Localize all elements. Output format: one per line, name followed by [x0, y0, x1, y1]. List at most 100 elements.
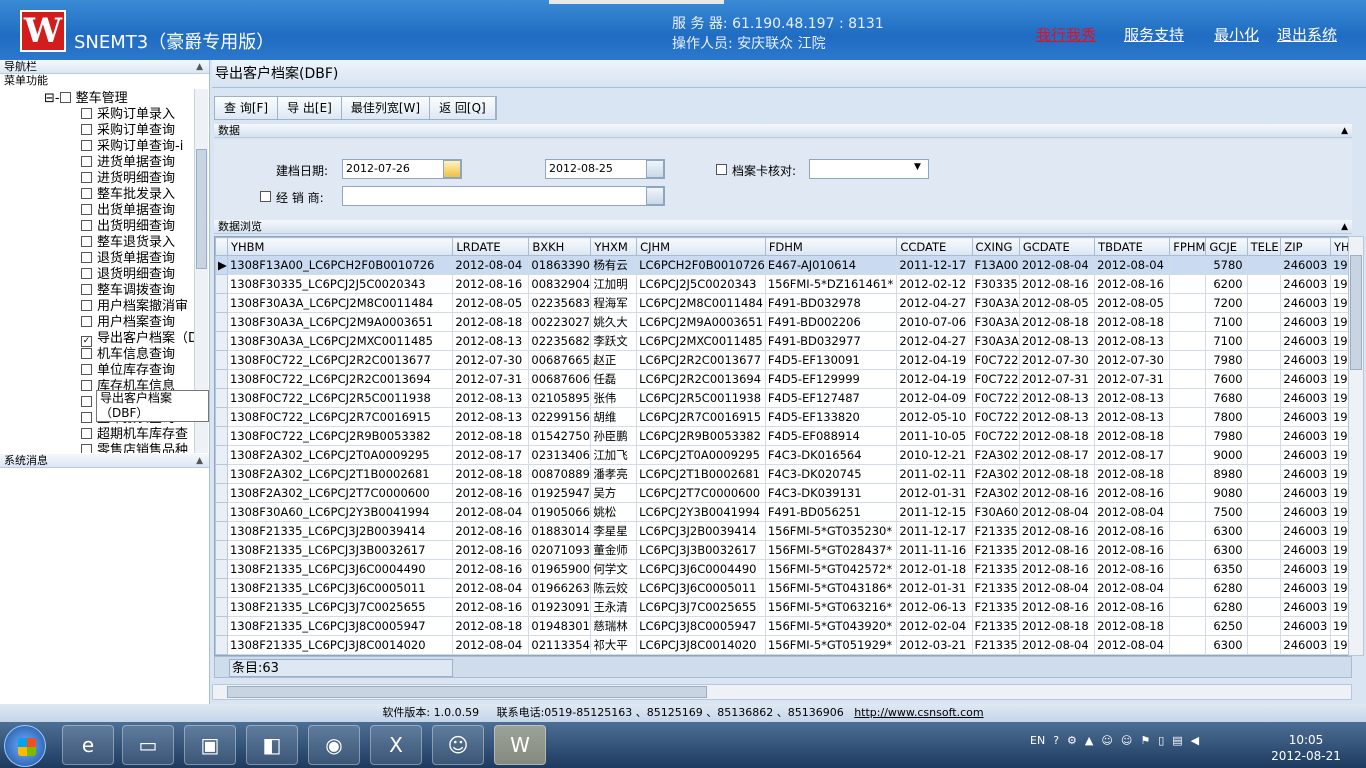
table-row[interactable]: 1308F21335_LC6PCJ3J6C0005011 2012-08-04 01… [215, 578, 1351, 598]
table-cell[interactable]: 1308F2A302_LC6PCJ2T0A0009295 [226, 445, 454, 465]
table-row[interactable]: 1308F21335_LC6PCJ3J8C0014020 2012-08-04 02… [215, 635, 1351, 655]
dealer-picker-button[interactable] [646, 187, 664, 205]
table-cell[interactable]: 246003 [1280, 426, 1331, 446]
table-cell[interactable]: 1308F2A302_LC6PCJ2T1B0002681 [226, 464, 454, 484]
table-cell[interactable]: F2A302 [971, 483, 1020, 503]
table-cell[interactable]: F21335 [971, 540, 1020, 560]
table-cell[interactable] [1169, 312, 1207, 332]
table-cell[interactable]: 6300 [1205, 635, 1248, 655]
table-row[interactable]: 1308F30A3A_LC6PCJ2M9A0003651 2012-08-18 00… [215, 312, 1351, 332]
table-cell[interactable]: 2012-07-31 [1018, 369, 1096, 389]
sidebar-item[interactable]: 机车信息查询 [81, 347, 175, 363]
table-cell[interactable]: F4D5-EF127487 [764, 388, 898, 408]
table-cell[interactable]: 02113354 [528, 635, 592, 655]
table-cell[interactable] [1246, 559, 1282, 579]
tree-checkbox[interactable] [81, 124, 92, 135]
table-cell[interactable]: 246003 [1280, 464, 1331, 484]
ime-icon[interactable]: ⚙ [1067, 734, 1077, 747]
minimize-link[interactable]: 最小化 [1214, 24, 1259, 45]
exit-link[interactable]: 退出系统 [1277, 24, 1337, 45]
start-button[interactable] [4, 725, 46, 767]
table-cell[interactable]: 2012-07-30 [452, 350, 530, 370]
table-cell[interactable]: 246003 [1280, 350, 1331, 370]
network-tray-icon[interactable]: ▤ [1172, 734, 1182, 747]
table-row[interactable]: 1308F30A3A_LC6PCJ2MXC0011485 2012-08-13 02… [215, 331, 1351, 351]
tree-checkbox[interactable] [81, 300, 92, 311]
table-cell[interactable]: 赵正 [590, 350, 638, 370]
table-cell[interactable] [1246, 540, 1282, 560]
table-row[interactable]: 1308F21335_LC6PCJ3J7C0025655 2012-08-16 01… [215, 597, 1351, 617]
snemt-task-icon[interactable]: W [494, 725, 546, 765]
table-cell[interactable] [1246, 407, 1282, 427]
table-cell[interactable]: 1308F0C722_LC6PCJ2R2C0013677 [226, 350, 454, 370]
table-cell[interactable]: 2012-08-05 [452, 293, 530, 313]
table-cell[interactable]: LC6PCJ3J6C0004490 [636, 559, 766, 579]
table-cell[interactable]: LC6PCJ2R2C0013694 [636, 369, 766, 389]
sidebar-item[interactable]: 出货单据查询 [81, 203, 175, 219]
table-cell[interactable]: 2012-08-04 [1018, 578, 1096, 598]
scroll-thumb[interactable] [196, 149, 207, 269]
table-cell[interactable]: 2012-04-19 [896, 350, 973, 370]
table-cell[interactable]: 2012-08-13 [452, 331, 530, 351]
grid-horizontal-scrollbar[interactable] [212, 684, 1352, 700]
table-cell[interactable]: 2012-08-16 [1094, 597, 1171, 617]
table-cell[interactable]: 2012-08-05 [1018, 293, 1096, 313]
table-cell[interactable]: F4C3-DK016564 [764, 445, 898, 465]
tree-checkbox[interactable] [81, 156, 92, 167]
best-width-button[interactable]: 最佳列宽[W] [342, 97, 431, 119]
table-cell[interactable]: F0C722 [971, 426, 1020, 446]
table-cell[interactable]: 1308F0C722_LC6PCJ2R2C0013694 [226, 369, 454, 389]
table-cell[interactable]: 8980 [1205, 464, 1248, 484]
column-header[interactable]: CCDATE [896, 237, 973, 256]
table-cell[interactable]: 2012-08-04 [452, 502, 530, 522]
row-indicator[interactable] [215, 407, 228, 427]
device-icon[interactable]: ▯ [1158, 734, 1164, 747]
table-cell[interactable]: 7980 [1205, 426, 1248, 446]
table-row[interactable]: 1308F0C722_LC6PCJ2R5C0011938 2012-08-13 02… [215, 388, 1351, 408]
sidebar-item[interactable]: 用户档案查询 [81, 315, 175, 331]
table-cell[interactable] [1169, 464, 1207, 484]
table-cell[interactable]: 2012-08-04 [452, 255, 530, 275]
table-cell[interactable]: LC6PCJ2MXC0011485 [636, 331, 766, 351]
table-row[interactable]: 1308F2A302_LC6PCJ2T1B0002681 2012-08-18 00… [215, 464, 1351, 484]
sidebar-item[interactable]: 退货明细查询 [81, 267, 175, 283]
tree-root-node[interactable]: ⊟- 整车管理 [44, 91, 128, 107]
table-cell[interactable]: 6350 [1205, 559, 1248, 579]
table-cell[interactable]: 6280 [1205, 578, 1248, 598]
row-indicator[interactable] [215, 293, 228, 313]
table-cell[interactable]: 张伟 [590, 388, 638, 408]
table-cell[interactable]: 246003 [1280, 312, 1331, 332]
card-check-select[interactable] [809, 159, 929, 179]
table-cell[interactable]: 潘孝亮 [590, 464, 638, 484]
table-cell[interactable]: 江加飞 [590, 445, 638, 465]
table-cell[interactable]: LC6PCJ2T7C0000600 [636, 483, 766, 503]
query-button[interactable]: 查 询[F] [215, 97, 279, 119]
table-cell[interactable]: F491-BD032978 [764, 293, 898, 313]
table-cell[interactable]: F21335 [971, 616, 1020, 636]
table-cell[interactable]: 姚久大 [590, 312, 638, 332]
table-cell[interactable] [1246, 521, 1282, 541]
table-cell[interactable]: 02235683 [528, 293, 592, 313]
column-header[interactable]: ZIP [1280, 237, 1331, 256]
table-cell[interactable]: 246003 [1280, 293, 1331, 313]
table-cell[interactable]: 246003 [1280, 369, 1331, 389]
table-cell[interactable]: 2012-08-16 [452, 521, 530, 541]
table-cell[interactable]: 杨有云 [590, 255, 638, 275]
table-cell[interactable]: 01863390 [528, 255, 592, 275]
table-cell[interactable]: 2012-08-13 [1018, 331, 1096, 351]
table-cell[interactable] [1169, 502, 1207, 522]
return-button[interactable]: 返 回[Q] [430, 97, 496, 119]
table-cell[interactable] [1169, 597, 1207, 617]
table-cell[interactable]: 246003 [1280, 502, 1331, 522]
table-cell[interactable]: 156FMI-5*GT051929* [764, 635, 898, 655]
sidebar-item[interactable]: 采购订单查询-i [81, 139, 183, 155]
tree-checkbox[interactable] [81, 204, 92, 215]
sidebar-item[interactable]: 单位库存查询 [81, 363, 175, 379]
table-cell[interactable]: 1308F21335_LC6PCJ3J8C0005947 [226, 616, 454, 636]
tree-checkbox[interactable] [81, 316, 92, 327]
table-cell[interactable]: 01542750 [528, 426, 592, 446]
table-cell[interactable]: 1308F21335_LC6PCJ3J2B0039414 [226, 521, 454, 541]
qq-tray-icon[interactable]: ☺ [1101, 734, 1112, 747]
table-cell[interactable]: 2012-08-04 [1018, 502, 1096, 522]
table-cell[interactable]: 2012-08-18 [1094, 464, 1171, 484]
